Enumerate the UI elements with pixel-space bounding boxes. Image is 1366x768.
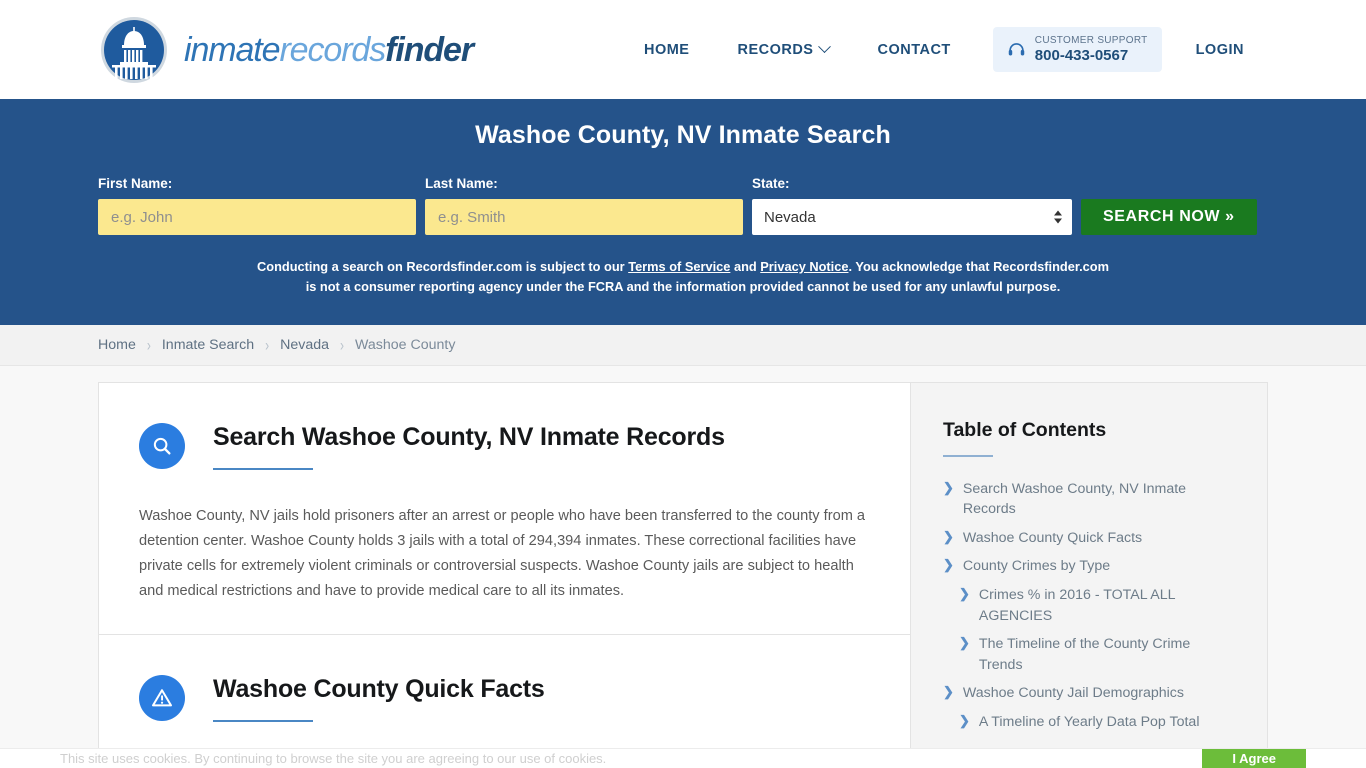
toc-item-label: County Crimes by Type <box>962 558 1111 575</box>
section-search-records: Search Washoe County, NV Inmate Records … <box>99 383 910 634</box>
toc-title: Table of Contents <box>943 418 1107 441</box>
nav-item-home-label: HOME <box>643 41 690 58</box>
page-title: Washoe County, NV Inmate Search <box>475 121 891 149</box>
toc-item-crime-trends-timeline[interactable]: ❯ The Timeline of the County Crime Trend… <box>943 634 1237 675</box>
breadcrumb-separator-icon: › <box>340 334 345 355</box>
breadcrumb-separator-icon: › <box>265 334 270 355</box>
breadcrumb-item-home[interactable]: Home <box>98 337 136 353</box>
toc-item-label: Washoe County Quick Facts <box>962 529 1143 546</box>
breadcrumb: Home › Inmate Search › Nevada › Washoe C… <box>98 334 1268 355</box>
toc-underline <box>943 454 993 457</box>
first-name-field-group: First Name: <box>98 176 416 235</box>
nav-item-home[interactable]: HOME <box>620 32 714 68</box>
nav-item-login-label: LOGIN <box>1195 41 1244 58</box>
chevron-right-icon: ❯ <box>943 684 954 700</box>
breadcrumb-item-nevada[interactable]: Nevada <box>280 337 329 353</box>
toc-item-label: Crimes % in 2016 - TOTAL ALL AGENCIES <box>978 587 1175 624</box>
hero-search-panel: Washoe County, NV Inmate Search First Na… <box>0 99 1366 325</box>
section-underline <box>213 467 313 470</box>
toc-item-label: Washoe County Jail Demographics <box>962 685 1184 702</box>
nav-item-records-label: RECORDS <box>737 41 814 58</box>
terms-of-service-link[interactable]: Terms of Service <box>628 259 730 274</box>
toc-item-crimes-percent-2016[interactable]: ❯ Crimes % in 2016 - TOTAL ALL AGENCIES <box>943 585 1237 626</box>
cookie-consent-bar: This site uses cookies. By continuing to… <box>0 748 1366 768</box>
chevron-right-icon: ❯ <box>959 713 970 728</box>
alert-triangle-icon <box>139 675 185 722</box>
chevron-right-icon: ❯ <box>959 586 970 602</box>
first-name-label: First Name: <box>98 176 173 191</box>
toc-item-search-records[interactable]: ❯ Search Washoe County, NV Inmate Record… <box>943 479 1237 520</box>
breadcrumb-separator-icon: › <box>146 334 151 355</box>
nav-item-login[interactable]: LOGIN <box>1172 32 1268 68</box>
chevron-down-icon <box>818 40 832 54</box>
disclaimer-text-2: and <box>730 259 761 274</box>
brand-word-2: records <box>279 30 386 69</box>
section-title: Washoe County Quick Facts <box>213 675 545 704</box>
section-quick-facts: Washoe County Quick Facts <box>99 634 910 752</box>
state-select[interactable]: Nevada <box>752 199 1072 235</box>
last-name-label: Last Name: <box>425 176 498 191</box>
main-navigation: HOME RECORDS CONTACT CUSTOMER SUPPORT 80… <box>620 27 1268 72</box>
section-underline <box>213 720 313 723</box>
nav-item-contact[interactable]: CONTACT <box>853 32 974 68</box>
toc-list: ❯ Search Washoe County, NV Inmate Record… <box>943 479 1237 733</box>
state-label: State: <box>752 176 790 191</box>
table-of-contents: Table of Contents ❯ Search Washoe County… <box>910 381 1268 762</box>
support-label: CUSTOMER SUPPORT <box>1034 35 1148 47</box>
privacy-notice-link[interactable]: Privacy Notice <box>760 259 848 274</box>
last-name-field-group: Last Name: <box>425 176 743 235</box>
page-body: Search Washoe County, NV Inmate Records … <box>0 366 1366 762</box>
toc-item-quick-facts[interactable]: ❯ Washoe County Quick Facts <box>943 528 1237 549</box>
inmate-search-form: First Name: Last Name: State: Nevada SEA… <box>98 176 1268 235</box>
disclaimer-text-1: Conducting a search on Recordsfinder.com… <box>257 259 629 274</box>
breadcrumb-item-inmate-search[interactable]: Inmate Search <box>162 337 254 353</box>
site-logo[interactable]: inmaterecordsfinder <box>98 15 474 85</box>
toc-item-jail-demographics[interactable]: ❯ Washoe County Jail Demographics <box>943 683 1237 704</box>
cookie-consent-text: This site uses cookies. By continuing to… <box>60 751 607 766</box>
section-paragraph: Washoe County, NV jails hold prisoners a… <box>139 507 866 599</box>
chevron-right-icon: ❯ <box>943 479 954 495</box>
search-disclaimer: Conducting a search on Recordsfinder.com… <box>256 257 1111 297</box>
toc-item-county-crimes-by-type[interactable]: ❯ County Crimes by Type <box>943 556 1237 577</box>
support-phone: 800-433-0567 <box>1034 46 1129 64</box>
cookie-accept-button[interactable]: I Agree <box>1202 749 1306 768</box>
first-name-input[interactable] <box>98 199 416 235</box>
chevron-right-icon: ❯ <box>943 557 954 573</box>
nav-item-contact-label: CONTACT <box>877 41 951 58</box>
toc-item-label: A Timeline of Yearly Data Pop Total <box>978 714 1200 730</box>
capitol-dome-icon <box>101 16 167 83</box>
breadcrumb-band: Home › Inmate Search › Nevada › Washoe C… <box>0 324 1366 366</box>
last-name-input[interactable] <box>425 199 743 235</box>
search-now-button[interactable]: SEARCH NOW » <box>1081 199 1257 235</box>
brand-wordmark: inmaterecordsfinder <box>184 30 474 69</box>
main-content: Search Washoe County, NV Inmate Records … <box>98 381 910 762</box>
chevron-right-icon: ❯ <box>943 528 954 544</box>
section-title: Search Washoe County, NV Inmate Records <box>213 422 725 451</box>
search-icon <box>139 422 185 469</box>
state-field-group: State: Nevada <box>752 176 1072 235</box>
toc-item-label: Search Washoe County, NV Inmate Records <box>962 480 1187 518</box>
chevron-right-icon: ❯ <box>959 635 970 651</box>
breadcrumb-item-washoe-county: Washoe County <box>355 336 456 353</box>
toc-item-yearly-pop-total[interactable]: ❯ A Timeline of Yearly Data Pop Total <box>943 712 1237 733</box>
customer-support-box[interactable]: CUSTOMER SUPPORT 800-433-0567 <box>992 27 1162 72</box>
nav-item-records[interactable]: RECORDS <box>713 32 853 68</box>
headset-icon <box>1008 43 1025 56</box>
brand-word-1: inmate <box>184 30 281 69</box>
site-header: inmaterecordsfinder HOME RECORDS CONTACT… <box>0 0 1366 99</box>
toc-item-label: The Timeline of the County Crime Trends <box>978 636 1191 673</box>
brand-word-3: finder <box>385 30 474 69</box>
